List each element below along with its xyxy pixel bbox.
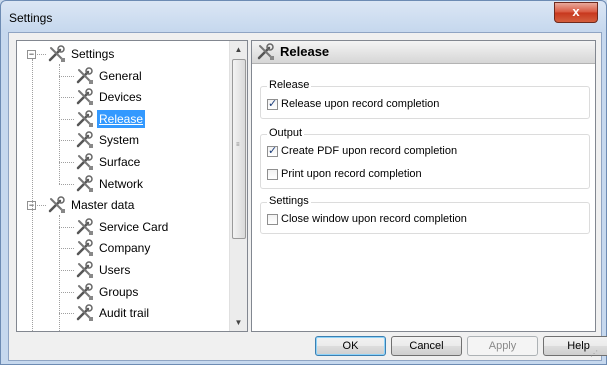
title-bar[interactable]: Settings x xyxy=(1,1,606,33)
tree-item-label: Devices xyxy=(99,90,142,105)
tools-icon xyxy=(48,196,65,214)
tree-line xyxy=(59,291,74,293)
tree-line xyxy=(32,59,33,331)
panel-header: Release xyxy=(252,41,595,64)
tools-icon xyxy=(76,261,93,278)
release-settings-panel: Release Release Release upon record comp… xyxy=(251,40,596,332)
tree-item-label: Groups xyxy=(99,284,139,299)
scroll-up-icon[interactable]: ▲ xyxy=(230,41,247,58)
scroll-down-icon[interactable]: ▼ xyxy=(230,314,247,331)
tools-icon xyxy=(76,153,93,170)
tree-line xyxy=(37,205,46,207)
collapse-icon[interactable]: − xyxy=(27,50,36,59)
tree-line xyxy=(59,64,60,184)
tree-line xyxy=(59,140,74,142)
tree-line xyxy=(59,118,74,120)
tree-item-label: Settings xyxy=(71,47,115,61)
checkbox-box[interactable] xyxy=(267,97,278,111)
tree-line xyxy=(37,54,46,55)
tree-item-label: Master data xyxy=(71,198,135,213)
tools-icon xyxy=(76,88,93,106)
tree-line xyxy=(59,313,74,315)
tree-line xyxy=(59,75,74,77)
apply-button[interactable]: Apply xyxy=(467,336,538,356)
settings-group: Settings Close window upon record comple… xyxy=(260,195,590,234)
close-window-checkbox[interactable]: Close window upon record completion xyxy=(267,212,467,228)
tree-item-label: Users xyxy=(99,263,131,277)
panel-title: Release xyxy=(280,44,330,59)
tree-item-label: Service Card xyxy=(99,219,169,234)
resize-grip-icon[interactable]: ⋰ xyxy=(590,349,600,359)
settings-window: Settings x Settings − General Devices Releas… xyxy=(0,0,607,365)
tree-line xyxy=(59,162,74,163)
group-legend: Output xyxy=(267,127,305,139)
checkbox-label: Create PDF upon record completion xyxy=(281,145,458,158)
scroll-thumb[interactable]: ≡ xyxy=(232,59,246,239)
cancel-button[interactable]: Cancel xyxy=(391,336,462,356)
group-legend: Settings xyxy=(267,195,311,207)
tree-line xyxy=(59,270,74,271)
tree-line xyxy=(59,97,74,99)
tools-icon xyxy=(76,304,93,322)
output-group: Output Create PDF upon record completion… xyxy=(260,127,590,189)
tools-icon xyxy=(76,282,93,300)
tree-item-label: General xyxy=(99,68,142,83)
tree-line xyxy=(59,215,60,331)
tree-line xyxy=(59,226,74,228)
tree-item-label: System xyxy=(99,133,140,148)
tools-icon xyxy=(76,239,93,257)
release-group: Release Release upon record completion xyxy=(260,79,590,119)
tree-line xyxy=(59,183,74,185)
tools-icon xyxy=(76,218,93,235)
tools-icon xyxy=(76,66,93,84)
tree-item-label: Company xyxy=(99,241,151,256)
print-upon-completion-checkbox[interactable]: Print upon record completion xyxy=(267,167,422,183)
tree-line xyxy=(59,248,74,250)
tree-item-label: Network xyxy=(99,176,144,191)
release-upon-completion-checkbox[interactable]: Release upon record completion xyxy=(267,97,439,113)
tools-icon xyxy=(257,43,274,60)
close-button[interactable]: x xyxy=(554,2,598,23)
checkbox-box[interactable] xyxy=(267,144,278,158)
tree-item-label: Audit trail xyxy=(99,306,150,321)
checkbox-label: Close window upon record completion xyxy=(281,213,467,226)
dialog-body: Settings − General Devices Release System Surf… xyxy=(8,32,607,361)
checkbox-label: Print upon record completion xyxy=(281,168,422,181)
window-title: Settings xyxy=(9,11,53,25)
close-icon: x xyxy=(572,4,580,19)
tree-scrollbar[interactable]: ▲ ≡ ▼ xyxy=(229,41,247,331)
tools-icon xyxy=(76,131,93,149)
tools-icon xyxy=(48,45,65,62)
settings-tree: Settings − General Devices Release System Surf… xyxy=(16,40,248,332)
ok-button[interactable]: OK xyxy=(315,336,386,356)
tools-icon xyxy=(76,110,93,127)
checkbox-box[interactable] xyxy=(267,213,278,225)
tree-content: Settings − General Devices Release System Surf… xyxy=(17,41,229,331)
create-pdf-checkbox[interactable]: Create PDF upon record completion xyxy=(267,144,457,160)
grip-icon: ≡ xyxy=(236,142,240,148)
tree-item-label: Surface xyxy=(99,155,141,169)
tools-icon xyxy=(76,174,93,192)
group-legend: Release xyxy=(267,79,312,91)
checkbox-label: Release upon record completion xyxy=(281,98,440,111)
checkbox-box[interactable] xyxy=(267,168,278,180)
tree-item-label: Release xyxy=(97,109,146,128)
